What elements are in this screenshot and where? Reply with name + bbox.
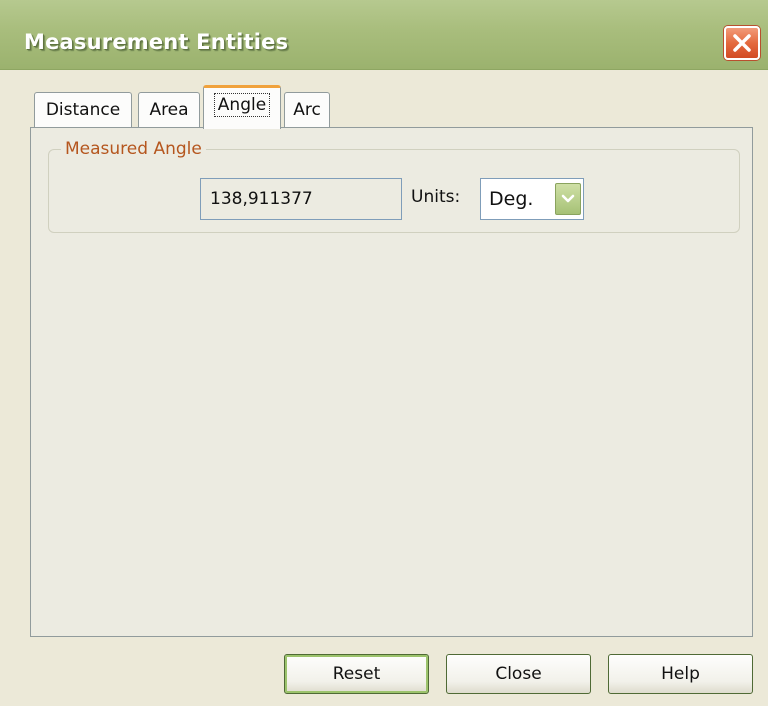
tab-distance[interactable]: Distance: [34, 92, 132, 128]
tab-arc[interactable]: Arc: [284, 92, 330, 128]
tab-angle[interactable]: Angle: [203, 85, 281, 129]
measurement-entities-dialog: Measurement Entities Distance Area Angle…: [0, 0, 768, 706]
tab-distance-label: Distance: [45, 100, 121, 120]
tab-arc-label: Arc: [293, 100, 321, 120]
chevron-down-icon: [561, 194, 575, 203]
tab-area-label: Area: [149, 100, 189, 120]
units-label: Units:: [411, 187, 461, 207]
close-window-button[interactable]: [724, 26, 760, 60]
reset-button[interactable]: Reset: [284, 654, 429, 694]
tab-area[interactable]: Area: [138, 92, 200, 128]
window-title: Measurement Entities: [24, 30, 289, 54]
title-bar[interactable]: Measurement Entities: [0, 0, 768, 70]
units-dropdown-button[interactable]: [555, 183, 581, 215]
group-label: Measured Angle: [61, 139, 206, 159]
close-icon: [733, 34, 751, 52]
tab-angle-label: Angle: [213, 93, 271, 117]
help-button[interactable]: Help: [608, 654, 753, 694]
units-select[interactable]: Deg.: [480, 178, 584, 220]
angle-value-field[interactable]: 138,911377: [200, 178, 402, 220]
units-selected-value: Deg.: [489, 188, 534, 210]
close-button[interactable]: Close: [446, 654, 591, 694]
